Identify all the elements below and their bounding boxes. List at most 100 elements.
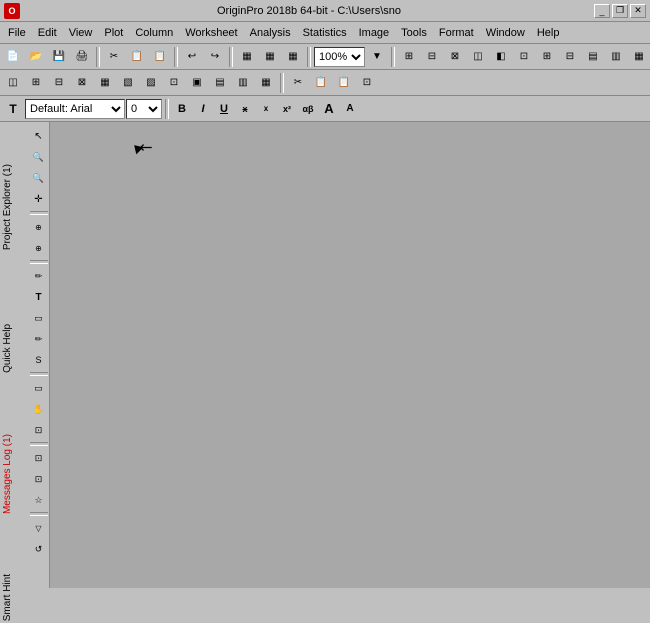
cut-button[interactable]: ✂ <box>103 46 125 68</box>
annotation-button[interactable]: ☆ <box>29 490 49 510</box>
left-sep-4 <box>30 442 48 446</box>
image-button[interactable]: ⊡ <box>29 469 49 489</box>
crosshair-button[interactable]: ⊡ <box>29 420 49 440</box>
tb-btn-13[interactable]: ▥ <box>605 46 627 68</box>
canvas-area[interactable]: ↖ <box>50 122 650 588</box>
tb2-btn-10[interactable]: ▤ <box>209 72 231 94</box>
superscript-button[interactable]: x² <box>277 99 297 119</box>
tb-btn-14[interactable]: ▦ <box>628 46 650 68</box>
pan-button[interactable]: ✛ <box>29 189 49 209</box>
tb2-btn-6[interactable]: ▧ <box>117 72 139 94</box>
underline-button[interactable]: U <box>214 99 234 119</box>
bold-button[interactable]: B <box>172 99 192 119</box>
menu-item-view[interactable]: View <box>63 25 99 41</box>
quick-help-label[interactable]: Quick Help <box>0 322 15 375</box>
size-select[interactable]: 0 <box>126 99 162 119</box>
menu-item-window[interactable]: Window <box>480 25 531 41</box>
extra-button[interactable]: ▽ <box>29 518 49 538</box>
left-sep-3 <box>30 372 48 376</box>
menu-item-tools[interactable]: Tools <box>395 25 433 41</box>
menu-item-file[interactable]: File <box>2 25 32 41</box>
subscript-button[interactable]: x <box>256 99 276 119</box>
hand-tool-button[interactable]: ✋ <box>29 399 49 419</box>
menu-item-worksheet[interactable]: Worksheet <box>179 25 243 41</box>
data-selector[interactable]: ⊕ <box>29 217 49 237</box>
tb2-btn-8[interactable]: ⊡ <box>163 72 185 94</box>
tb-btn-7[interactable]: ◫ <box>467 46 489 68</box>
undo-button[interactable]: ↩ <box>181 46 203 68</box>
tb2-btn-13[interactable]: ✂ <box>287 72 309 94</box>
tb2-btn-14[interactable]: 📋 <box>310 72 332 94</box>
copy-button[interactable]: 📋 <box>126 46 148 68</box>
title-text: OriginPro 2018b 64-bit - C:\Users\sno <box>24 5 594 17</box>
paste-button[interactable]: 📋 <box>149 46 171 68</box>
menu-item-column[interactable]: Column <box>129 25 179 41</box>
data-reader[interactable]: ⊕ <box>29 238 49 258</box>
greek-button[interactable]: αβ <box>298 99 318 119</box>
tb-btn-9[interactable]: ⊡ <box>513 46 535 68</box>
tb-btn-1[interactable]: ▦ <box>236 46 258 68</box>
tb2-btn-9[interactable]: ▣ <box>186 72 208 94</box>
window-controls: _ ❐ ✕ <box>594 4 646 18</box>
tb2-btn-15[interactable]: 📋 <box>333 72 355 94</box>
tb2-btn-3[interactable]: ⊟ <box>48 72 70 94</box>
tb-btn-4[interactable]: ⊞ <box>398 46 420 68</box>
zoom-select[interactable]: 100% <box>314 47 365 67</box>
redo-button[interactable]: ↪ <box>204 46 226 68</box>
format-toolbar: T Default: Arial 0 B I U x x x² αβ A A <box>0 96 650 122</box>
object-button[interactable]: ⊡ <box>29 448 49 468</box>
new-button[interactable]: 📄 <box>2 46 24 68</box>
rectangle-tool-button[interactable]: ▭ <box>29 308 49 328</box>
smart-hint-label[interactable]: Smart Hint <box>0 572 15 623</box>
tb2-btn-2[interactable]: ⊞ <box>25 72 47 94</box>
open-button[interactable]: 📂 <box>25 46 47 68</box>
decrease-font-button[interactable]: A <box>340 99 360 119</box>
tb-btn-3[interactable]: ▦ <box>282 46 304 68</box>
tb-btn-2[interactable]: ▦ <box>259 46 281 68</box>
tb2-btn-16[interactable]: ⊡ <box>356 72 378 94</box>
tb-btn-6[interactable]: ⊠ <box>444 46 466 68</box>
menu-item-format[interactable]: Format <box>433 25 480 41</box>
menu-item-plot[interactable]: Plot <box>98 25 129 41</box>
tb2-btn-4[interactable]: ⊠ <box>71 72 93 94</box>
close-button[interactable]: ✕ <box>630 4 646 18</box>
tb-btn-10[interactable]: ⊞ <box>536 46 558 68</box>
font-select[interactable]: Default: Arial <box>25 99 125 119</box>
minimize-button[interactable]: _ <box>594 4 610 18</box>
text-tool-button[interactable]: T <box>29 287 49 307</box>
zoom-dropdown[interactable]: ▼ <box>366 46 388 68</box>
save-button[interactable]: 💾 <box>48 46 70 68</box>
tb-btn-8[interactable]: ◧ <box>490 46 512 68</box>
print-button[interactable]: 🖨 <box>71 46 93 68</box>
menu-item-image[interactable]: Image <box>353 25 396 41</box>
arrow-tool-button[interactable]: ✏ <box>29 329 49 349</box>
select-tool-button[interactable]: ↖ <box>29 126 49 146</box>
region-button[interactable]: ▭ <box>29 378 49 398</box>
menu-item-statistics[interactable]: Statistics <box>297 25 353 41</box>
left-toolbar: Project Explorer (1) Quick Help Messages… <box>0 122 50 588</box>
italic-button[interactable]: I <box>193 99 213 119</box>
project-explorer-label[interactable]: Project Explorer (1) <box>0 162 15 252</box>
tb-btn-5[interactable]: ⊟ <box>421 46 443 68</box>
tb2-btn-5[interactable]: ▦ <box>94 72 116 94</box>
main-area: Project Explorer (1) Quick Help Messages… <box>0 122 650 588</box>
messages-log-label[interactable]: Messages Log (1) <box>0 432 15 516</box>
tb2-btn-12[interactable]: ▦ <box>255 72 277 94</box>
tb2-btn-7[interactable]: ▨ <box>140 72 162 94</box>
tb2-btn-11[interactable]: ▥ <box>232 72 254 94</box>
curve-tool-button[interactable]: S <box>29 350 49 370</box>
zoom-out-button[interactable]: 🔍 <box>29 168 49 188</box>
draw-line-button[interactable]: ✏ <box>29 266 49 286</box>
menu-item-edit[interactable]: Edit <box>32 25 63 41</box>
restore-button[interactable]: ❐ <box>612 4 628 18</box>
tb-btn-11[interactable]: ⊟ <box>559 46 581 68</box>
separator-3 <box>229 47 233 67</box>
zoom-in-button[interactable]: 🔍 <box>29 147 49 167</box>
menu-item-analysis[interactable]: Analysis <box>244 25 297 41</box>
strikethrough-button[interactable]: x <box>235 99 255 119</box>
increase-font-button[interactable]: A <box>319 99 339 119</box>
menu-item-help[interactable]: Help <box>531 25 566 41</box>
rotate-button[interactable]: ↺ <box>29 539 49 559</box>
tb-btn-12[interactable]: ▤ <box>582 46 604 68</box>
tb2-btn-1[interactable]: ◫ <box>2 72 24 94</box>
